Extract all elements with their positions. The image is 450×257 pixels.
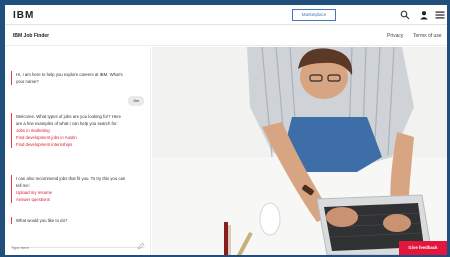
top-header: IBM Marketplace xyxy=(5,5,447,25)
search-icon[interactable] xyxy=(400,10,410,20)
sub-header: IBM Job Finder Privacy Terms of use xyxy=(5,26,447,46)
suggestion-link[interactable]: Answer questions xyxy=(16,196,127,203)
privacy-link[interactable]: Privacy xyxy=(387,33,403,39)
terms-link[interactable]: Terms of use xyxy=(413,33,442,39)
bot-message: Welcome. What types of jobs are you look… xyxy=(11,113,127,148)
bot-message: Hi, I am here to help you explore career… xyxy=(11,71,127,85)
bot-message: I can also recommend jobs that fit you. … xyxy=(11,175,127,203)
app-window: IBM Marketplace IBM Job Finder Privacy T… xyxy=(5,5,447,255)
feedback-label: Give feedback xyxy=(408,245,438,250)
chat-input-area xyxy=(11,236,145,253)
suggestion-link[interactable]: Find development jobs in Austin xyxy=(16,134,127,141)
menu-icon[interactable] xyxy=(435,10,445,20)
hero-image xyxy=(152,47,447,255)
suggestion-link[interactable]: Jobs in marketing xyxy=(16,127,127,134)
suggestion-link[interactable]: Upload my resume xyxy=(16,189,127,196)
message-text: Hi, I am here to help you explore career… xyxy=(16,72,123,84)
suggestion-link[interactable]: Find development internships xyxy=(16,141,127,148)
user-icon[interactable] xyxy=(419,10,429,20)
edit-icon[interactable] xyxy=(137,237,145,250)
marketplace-button[interactable]: Marketplace xyxy=(292,9,336,21)
chat-panel: Hi, I am here to help you explore career… xyxy=(5,47,151,255)
user-message: Jim xyxy=(128,96,144,106)
message-text: Welcome. What types of jobs are you look… xyxy=(16,114,122,126)
message-text: I can also recommend jobs that fit you. … xyxy=(16,176,126,188)
chat-input[interactable] xyxy=(11,242,129,253)
feedback-button[interactable]: Give feedback xyxy=(399,241,447,255)
page-title: IBM Job Finder xyxy=(13,33,50,39)
message-text: What would you like to do? xyxy=(16,218,68,223)
ibm-logo[interactable]: IBM xyxy=(13,10,34,21)
bot-message: What would you like to do? xyxy=(11,217,127,224)
